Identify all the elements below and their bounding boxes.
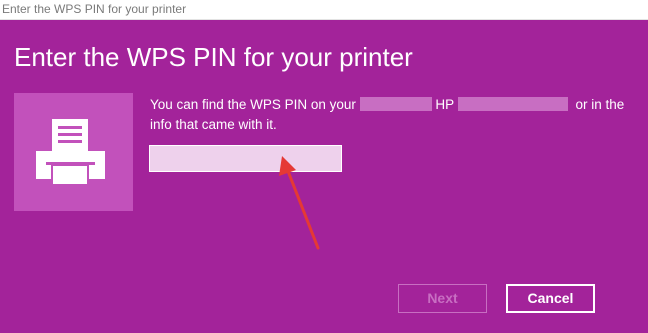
printer-tile xyxy=(14,93,133,211)
page-title: Enter the WPS PIN for your printer xyxy=(14,42,413,72)
redacted-block xyxy=(457,97,568,111)
message-part-2: HP xyxy=(435,97,454,112)
title-bar: Enter the WPS PIN for your printer xyxy=(0,0,648,20)
instruction-text: You can find the WPS PIN on your HP or i… xyxy=(150,95,630,135)
redacted-block xyxy=(359,97,432,111)
cancel-button[interactable]: Cancel xyxy=(506,284,595,313)
printer-icon xyxy=(36,119,105,186)
next-button[interactable]: Next xyxy=(398,284,487,313)
window-title: Enter the WPS PIN for your printer xyxy=(2,2,187,16)
wps-pin-input[interactable] xyxy=(149,145,342,172)
message-part-1: You can find the WPS PIN on your xyxy=(150,97,356,112)
